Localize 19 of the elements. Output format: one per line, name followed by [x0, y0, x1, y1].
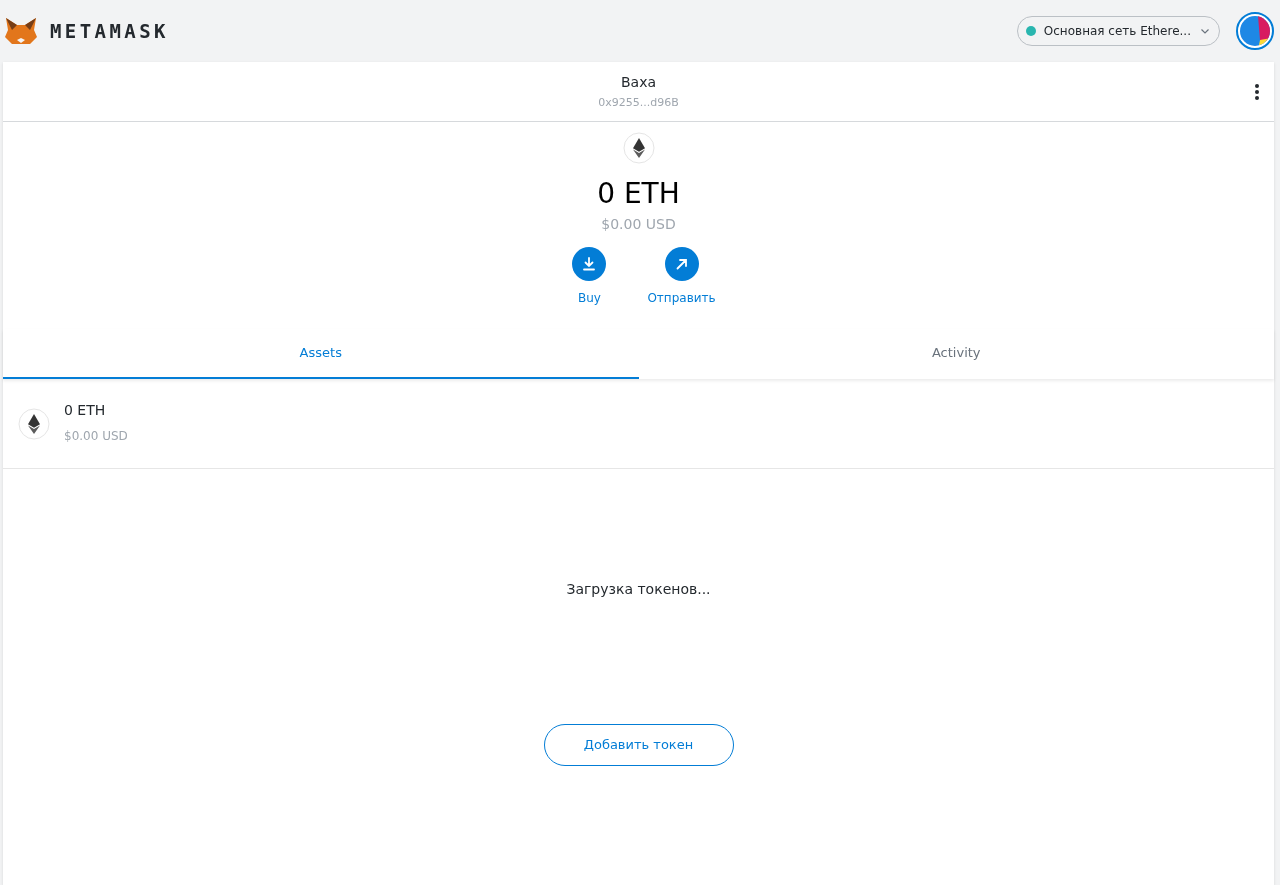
asset-fiat: $0.00 USD: [64, 427, 128, 445]
account-avatar-icon[interactable]: [1236, 12, 1274, 50]
action-button[interactable]: Buy: [561, 247, 618, 307]
action-button[interactable]: Отправить: [647, 247, 716, 307]
more-options-icon[interactable]: [1254, 84, 1260, 100]
asset-row[interactable]: 0 ETH $0.00 USD: [3, 379, 1274, 469]
balance-fiat: $0.00 USD: [601, 215, 676, 234]
tab[interactable]: Activity: [638, 329, 1274, 379]
ethereum-icon: [622, 132, 655, 164]
loading-text: Загрузка токенов...: [566, 580, 711, 599]
logo-wordmark: METAMASK: [50, 18, 169, 44]
account-name[interactable]: Baxa: [620, 71, 657, 93]
ethereum-icon: [18, 407, 50, 440]
download-icon: [581, 256, 598, 272]
account-address[interactable]: 0x9255...d96B: [598, 94, 679, 112]
balance-amount: 0 ETH: [597, 176, 680, 212]
fox-logo-icon: [4, 16, 38, 46]
asset-amount: 0 ETH: [64, 400, 107, 420]
tab[interactable]: Assets: [3, 329, 639, 379]
